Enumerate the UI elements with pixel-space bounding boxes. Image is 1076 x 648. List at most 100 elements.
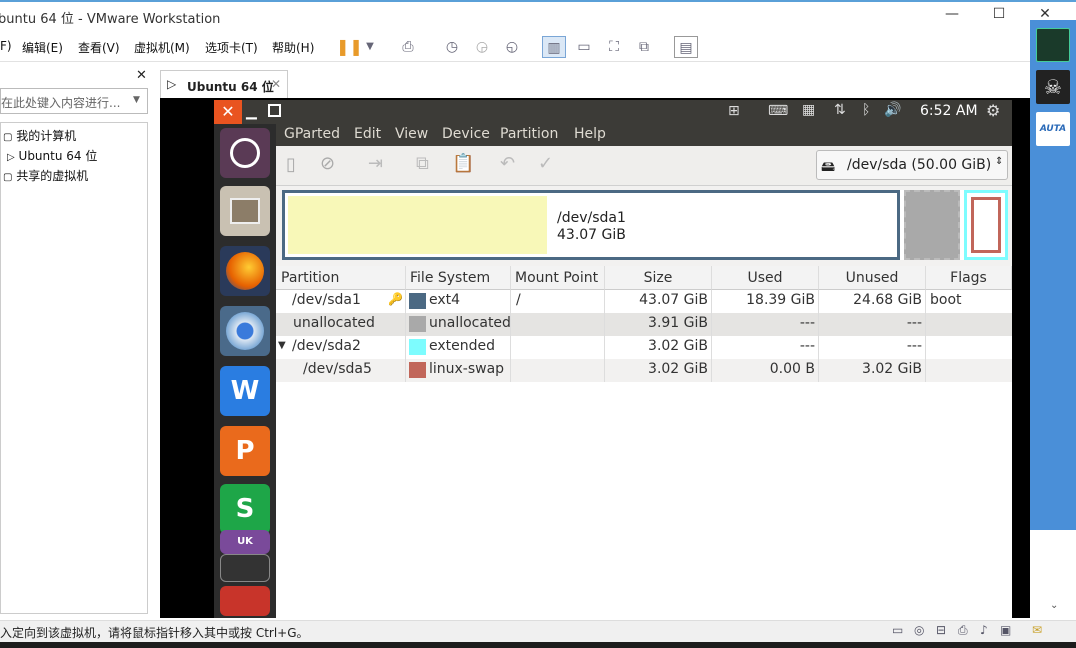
auta-app-icon[interactable]: AUTA <box>1036 112 1070 146</box>
volume-icon[interactable]: 🔊 <box>884 102 901 118</box>
disk-icon: 🖴 <box>821 159 836 175</box>
cell-used: 0.00 B <box>769 361 815 377</box>
copy-icon[interactable]: ⧉ <box>416 153 429 174</box>
gparted-menu-bar: GParted Edit View Device Partition Help <box>276 124 1012 146</box>
show-library-icon[interactable]: ▥ <box>542 36 566 58</box>
skull-app-icon[interactable]: ☠ <box>1036 70 1070 104</box>
printer-icon[interactable]: ⎙ <box>958 623 968 638</box>
gp-menu-view[interactable]: View <box>395 126 428 142</box>
tree-item-shared-vms[interactable]: ▢ 共享的虚拟机 <box>3 167 88 184</box>
menu-file[interactable]: F) <box>0 39 12 53</box>
dash-icon[interactable] <box>220 128 270 178</box>
snapshot-icon[interactable]: ◷ <box>440 36 464 58</box>
tab-close-icon[interactable]: ✕ <box>271 77 281 91</box>
cell-size: 3.91 GiB <box>648 315 708 331</box>
bluetooth-icon[interactable]: ᛒ <box>862 102 870 118</box>
resize-move-icon[interactable]: ⇥ <box>368 153 383 174</box>
menu-help[interactable]: 帮助(H) <box>272 39 314 56</box>
disk-map: /dev/sda1 43.07 GiB <box>282 190 1008 260</box>
console-view-icon[interactable]: ▤ <box>674 36 698 58</box>
window-maximize-icon[interactable] <box>268 104 281 117</box>
cd-icon[interactable]: ◎ <box>914 623 924 637</box>
vertical-scrollbar[interactable]: ⌄ <box>1040 530 1076 618</box>
expander-triangle-icon[interactable]: ▼ <box>278 340 286 351</box>
unity-icon[interactable]: ⧉ <box>632 36 656 58</box>
gp-menu-partition[interactable]: Partition <box>500 126 558 142</box>
gp-menu-edit[interactable]: Edit <box>354 126 381 142</box>
chevron-down-icon[interactable]: ▼ <box>133 95 140 105</box>
title-bar: buntu 64 位 - VMware Workstation — ☐ ✕ <box>0 0 1076 32</box>
col-flags[interactable]: Flags <box>926 266 1012 290</box>
tree-item-ubuntu[interactable]: ▷ Ubuntu 64 位 <box>7 147 111 164</box>
ubuntu-kylin-icon[interactable]: UK <box>220 530 270 554</box>
library-close-icon[interactable]: ✕ <box>136 68 147 83</box>
table-row[interactable]: /dev/sda1 🔑 ext4 / 43.07 GiB 18.39 GiB 2… <box>276 290 1012 313</box>
pause-icon[interactable]: ❚❚ <box>336 36 363 58</box>
paste-icon[interactable]: 📋 <box>452 153 474 174</box>
table-row[interactable]: ▼ /dev/sda2 extended 3.02 GiB --- --- <box>276 336 1012 359</box>
input-method-icon[interactable]: ⌨ <box>768 103 788 119</box>
wps-writer-icon[interactable]: W <box>220 366 270 416</box>
network-adapter-icon[interactable]: ⊟ <box>936 623 946 637</box>
gp-menu-device[interactable]: Device <box>442 126 490 142</box>
thumbnail-bar-icon[interactable]: ▭ <box>572 36 596 58</box>
send-keys-icon[interactable]: ⎙ <box>396 36 420 58</box>
col-mountpoint[interactable]: Mount Point <box>511 266 605 290</box>
window-close-icon[interactable]: ✕ <box>214 100 242 124</box>
software-center-icon[interactable] <box>220 586 270 616</box>
map-unallocated[interactable] <box>904 190 960 260</box>
cell-size: 3.02 GiB <box>648 338 708 354</box>
map-sda1[interactable]: /dev/sda1 43.07 GiB <box>282 190 900 260</box>
firefox-icon[interactable] <box>220 246 270 296</box>
gp-menu-gparted[interactable]: GParted <box>284 126 340 142</box>
vm-icon: ▷ <box>7 152 15 163</box>
device-selector[interactable]: 🖴 /dev/sda (50.00 GiB) ⇕ <box>816 150 1008 180</box>
delete-icon[interactable]: ⊘ <box>320 153 335 174</box>
hdd-icon[interactable]: ▭ <box>892 623 903 637</box>
fullscreen-icon[interactable]: ⛶ <box>602 36 626 58</box>
tab-label: Ubuntu 64 位 <box>187 80 274 94</box>
minimize-button[interactable]: — <box>937 6 967 28</box>
col-used[interactable]: Used <box>712 266 819 290</box>
device-label: /dev/sda (50.00 GiB) <box>847 157 992 173</box>
new-partition-icon[interactable]: ▯ <box>286 154 296 175</box>
wps-presentation-icon[interactable]: P <box>220 426 270 476</box>
menu-vm[interactable]: 虚拟机(M) <box>134 39 190 56</box>
col-filesystem[interactable]: File System <box>406 266 511 290</box>
chromium-icon[interactable] <box>220 306 270 356</box>
display-icon[interactable]: ▣ <box>1000 623 1011 637</box>
keyboard-indicator-icon[interactable]: ⊞ <box>728 103 740 119</box>
sound-icon[interactable]: ♪ <box>980 623 988 637</box>
files-icon[interactable] <box>220 186 270 236</box>
message-icon[interactable]: ✉ <box>1032 623 1042 637</box>
calendar-icon[interactable]: ▦ <box>802 102 815 118</box>
maximize-button[interactable]: ☐ <box>984 6 1014 28</box>
window-minimize-icon[interactable]: ▁ <box>246 104 257 120</box>
scroll-down-icon[interactable]: ⌄ <box>1050 600 1058 611</box>
fs-color-swatch <box>409 293 426 309</box>
clock[interactable]: 6:52 AM <box>920 103 978 119</box>
col-size[interactable]: Size <box>605 266 712 290</box>
revert-snapshot-icon[interactable]: ◶ <box>470 36 494 58</box>
map-extended[interactable] <box>964 190 1008 260</box>
menu-view[interactable]: 查看(V) <box>78 39 120 56</box>
col-unused[interactable]: Unused <box>819 266 926 290</box>
wps-spreadsheet-icon[interactable]: S <box>220 484 270 534</box>
gp-menu-help[interactable]: Help <box>574 126 606 142</box>
menu-edit[interactable]: 编辑(E) <box>22 39 63 56</box>
settings-gear-icon[interactable]: ⚙ <box>986 101 1000 120</box>
table-row[interactable]: unallocated unallocated 3.91 GiB --- --- <box>276 313 1012 336</box>
tab-ubuntu[interactable]: ▷ Ubuntu 64 位 ✕ <box>160 70 288 100</box>
chevron-down-icon[interactable]: ▼ <box>358 36 382 58</box>
undo-icon[interactable]: ↶ <box>500 153 515 174</box>
col-partition[interactable]: Partition <box>276 266 406 290</box>
terminal-icon[interactable] <box>220 554 270 582</box>
network-icon[interactable]: ⇅ <box>834 102 846 118</box>
apply-icon[interactable]: ✓ <box>538 153 553 174</box>
library-search-input[interactable]: 在此处键入内容进行... ▼ <box>0 88 148 114</box>
menu-tabs[interactable]: 选项卡(T) <box>205 39 258 56</box>
snapshot-manager-icon[interactable]: ◵ <box>500 36 524 58</box>
table-row[interactable]: /dev/sda5 linux-swap 3.02 GiB 0.00 B 3.0… <box>276 359 1012 382</box>
tree-item-my-computer[interactable]: ▢ 我的计算机 <box>3 127 76 144</box>
app-icon-1[interactable] <box>1036 28 1070 62</box>
